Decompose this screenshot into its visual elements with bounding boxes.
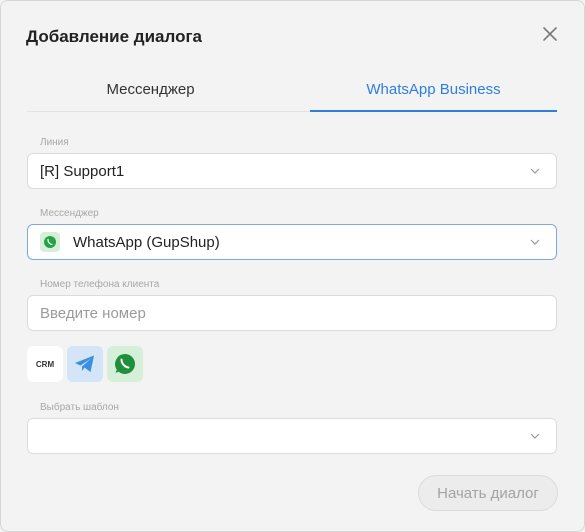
- template-label: Выбрать шаблон: [40, 402, 119, 413]
- whatsapp-icon: [40, 232, 60, 252]
- chevron-down-icon: [530, 168, 540, 174]
- messenger-label: Мессенджер: [40, 208, 99, 219]
- messenger-select[interactable]: WhatsApp (GupShup): [27, 224, 557, 260]
- tab-bar: Мессенджер WhatsApp Business: [27, 67, 557, 112]
- phone-placeholder: Введите номер: [40, 304, 146, 322]
- line-value: [R] Support1: [40, 162, 125, 180]
- line-label: Линия: [40, 137, 69, 148]
- tab-messenger[interactable]: Мессенджер: [27, 67, 274, 111]
- dialog-title: Добавление диалога: [26, 27, 203, 46]
- phone-input[interactable]: Введите номер: [27, 295, 557, 331]
- chevron-down-icon: [530, 433, 540, 439]
- chevron-down-icon: [530, 239, 540, 245]
- start-dialog-button[interactable]: Начать диалог: [418, 475, 558, 511]
- telegram-icon: [75, 355, 94, 372]
- template-select[interactable]: [27, 418, 557, 454]
- whatsapp-button[interactable]: [107, 346, 143, 382]
- close-icon[interactable]: [539, 23, 561, 45]
- tab-whatsapp-business[interactable]: WhatsApp Business: [310, 67, 557, 112]
- whatsapp-icon: [115, 354, 135, 374]
- crm-button[interactable]: CRM: [27, 346, 63, 382]
- messenger-value: WhatsApp (GupShup): [73, 233, 220, 251]
- telegram-button[interactable]: [67, 346, 103, 382]
- add-dialog-modal: Добавление диалога Мессенджер WhatsApp B…: [0, 0, 585, 532]
- crm-label: CRM: [35, 359, 55, 369]
- line-select[interactable]: [R] Support1: [27, 153, 557, 189]
- phone-label: Номер телефона клиента: [40, 279, 160, 290]
